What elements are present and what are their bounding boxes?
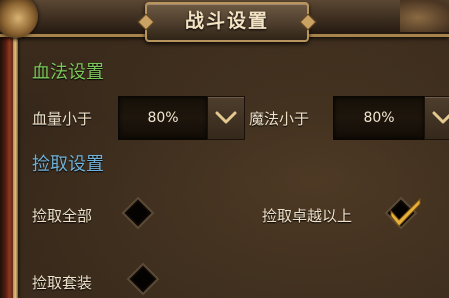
diamond-checkbox-icon <box>384 196 421 230</box>
loot-set-checkbox[interactable] <box>126 262 160 296</box>
mp-threshold-dropdown-button[interactable] <box>424 96 449 140</box>
mp-threshold-label: 魔法小于 <box>249 110 310 128</box>
hp-threshold-field[interactable]: 80% <box>118 96 208 140</box>
mp-threshold-value: 80% <box>363 110 395 126</box>
chevron-down-icon <box>215 111 237 124</box>
loot-all-label: 捡取全部 <box>32 207 93 225</box>
section-title-hp-mp: 血法设置 <box>32 62 104 83</box>
chevron-down-icon <box>432 111 449 124</box>
panel-left-trim <box>13 30 18 298</box>
battle-settings-panel: 战斗设置 血法设置 血量小于 80% 魔法小于 80% 捡取设置 捡取全部 捡取… <box>0 0 449 298</box>
diamond-checkbox-icon <box>126 262 160 296</box>
hp-threshold-value: 80% <box>147 110 179 126</box>
hp-threshold-label: 血量小于 <box>32 110 93 128</box>
loot-excellent-checkbox[interactable] <box>384 196 421 230</box>
title-plate: 战斗设置 <box>145 2 309 42</box>
header-ornament-right <box>400 0 449 32</box>
hp-threshold-dropdown-button[interactable] <box>207 96 245 140</box>
page-title: 战斗设置 <box>184 10 269 32</box>
diamond-checkbox-icon <box>121 196 155 230</box>
mp-threshold-field[interactable]: 80% <box>333 96 425 140</box>
section-title-loot: 捡取设置 <box>32 154 104 175</box>
loot-all-checkbox[interactable] <box>121 196 155 230</box>
loot-set-label: 捡取套装 <box>32 274 93 292</box>
loot-excellent-label: 捡取卓越以上 <box>262 207 353 225</box>
